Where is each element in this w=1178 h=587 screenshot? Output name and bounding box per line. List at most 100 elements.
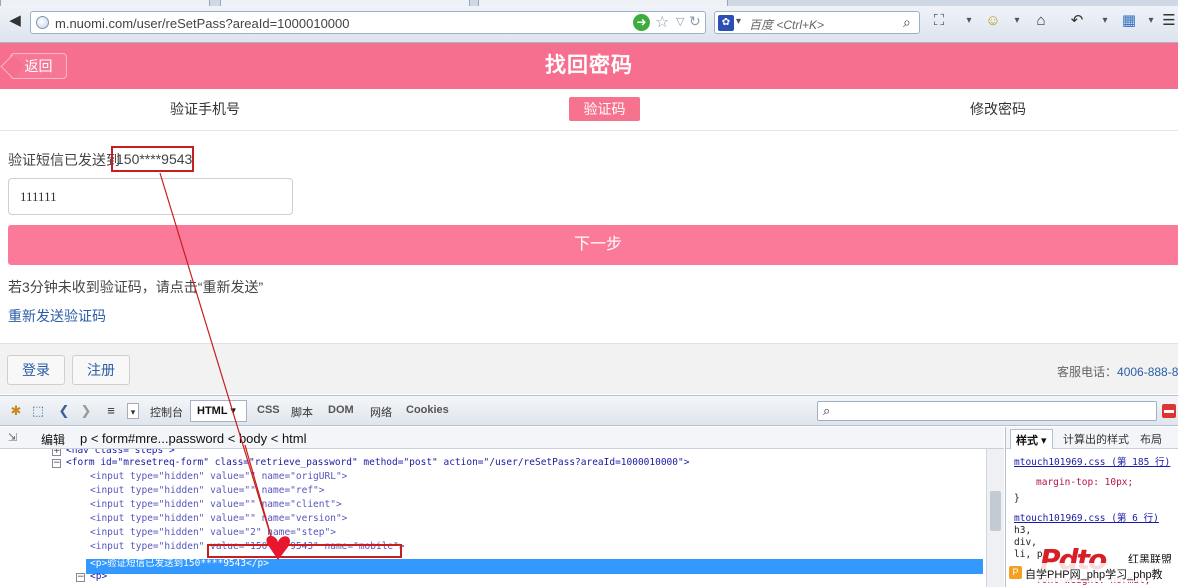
browser-tab[interactable]: [220, 0, 470, 6]
tab-console[interactable]: 控制台: [150, 404, 183, 420]
sms-sent-prefix: 验证短信已发送到: [8, 152, 120, 168]
tab-layout[interactable]: 布局: [1140, 431, 1162, 447]
code-line-input[interactable]: <input type="hidden" value="" name="vers…: [90, 512, 347, 526]
code-line-p[interactable]: <p>: [90, 570, 107, 584]
back-arrow-icon[interactable]: ◀: [6, 12, 24, 30]
collapse-icon[interactable]: −: [76, 573, 85, 582]
code-line-selected[interactable]: <p>验证短信已发送到150****9543</p>: [90, 557, 269, 571]
tab-dom[interactable]: DOM: [328, 404, 354, 416]
tab-html-label: HTML: [197, 405, 228, 417]
breadcrumb[interactable]: p < form#mre...password < body < html: [80, 431, 307, 446]
tab-script[interactable]: 脚本: [291, 404, 313, 420]
verification-code-input[interactable]: 111111: [8, 178, 293, 215]
register-button[interactable]: 注册: [72, 355, 130, 385]
sms-sent-message: 验证短信已发送到: [8, 150, 120, 170]
address-url: m.nuomi.com/user/reSetPass?areaId=100001…: [55, 16, 350, 31]
code-line-form[interactable]: <form id="mresetreq-form" class="retriev…: [66, 456, 689, 470]
menu-icon[interactable]: ☰: [1160, 12, 1178, 30]
scrollbar-thumb[interactable]: [990, 491, 1001, 531]
dropdown-arrow-icon[interactable]: ▽: [676, 15, 684, 28]
list-icon[interactable]: ≡: [103, 403, 119, 419]
go-icon[interactable]: ➜: [633, 14, 650, 31]
collapse-icon[interactable]: −: [52, 459, 61, 468]
back-button-label: 返回: [24, 58, 53, 74]
page-title: 找回密码: [545, 54, 633, 77]
browser-tab[interactable]: [478, 0, 728, 6]
tab-cookies[interactable]: Cookies: [406, 404, 449, 416]
site-icon: P: [1009, 566, 1022, 579]
grid-icon[interactable]: ▦: [1120, 12, 1138, 30]
watermark: Pdto 红黑联盟 P 自学PHP网_php学习_php教: [1007, 543, 1177, 583]
browser-tab-strip: [0, 0, 1178, 6]
back-icon[interactable]: ❮: [56, 403, 72, 419]
chevron-down-icon[interactable]: ▾: [1142, 12, 1160, 30]
service-phone: 客服电话：4006-888-88: [1057, 363, 1178, 380]
page-header: 找回密码 返回: [0, 43, 1178, 89]
chevron-down-icon[interactable]: ▾: [1096, 12, 1114, 30]
style-source-link[interactable]: mtouch101969.css (第 185 行): [1014, 454, 1170, 468]
browser-tab[interactable]: [0, 0, 210, 6]
next-step-button[interactable]: 下一步: [8, 225, 1178, 265]
resend-hint: 若3分钟未收到验证码，请点击“重新发送”: [8, 279, 264, 295]
style-property: margin-top: 10px;: [1036, 477, 1133, 488]
html-tree-scrollbar[interactable]: [986, 449, 1004, 587]
expand-icon[interactable]: ⇲: [8, 431, 17, 444]
service-prefix: 客服电话：: [1057, 365, 1118, 379]
masked-phone: 150****9543: [111, 146, 194, 172]
home-icon[interactable]: ⌂: [1032, 12, 1050, 30]
close-icon[interactable]: ▬: [1162, 404, 1176, 418]
watermark-bar: P 自学PHP网_php学习_php教: [1007, 563, 1177, 582]
search-icon[interactable]: ⌕: [903, 14, 911, 31]
code-line-input[interactable]: <input type="hidden" value="" name="orig…: [90, 470, 347, 484]
html-tree: + <nav class="steps"> − <form id="mreset…: [0, 449, 986, 587]
search-placeholder: 百度 <Ctrl+K>: [749, 18, 825, 32]
style-source-link[interactable]: mtouch101969.css (第 6 行): [1014, 510, 1159, 524]
devtools-toolbar: ✱ ⬚ ❮ ❯ ≡ ▾ 控制台 HTML ▾ CSS 脚本 DOM 网络 Coo…: [0, 396, 1178, 426]
tab-network[interactable]: 网络: [370, 404, 392, 420]
devtools-breadcrumb-bar: ⇲ 编辑 p < form#mre...password < body < ht…: [0, 427, 1004, 449]
refresh-icon[interactable]: ↻: [689, 13, 701, 30]
watermark-bar-text: 自学PHP网_php学习_php教: [1025, 569, 1163, 581]
step-verify-phone: 验证手机号: [170, 101, 240, 117]
step-change-password: 修改密码: [970, 101, 1026, 117]
firebug-icon[interactable]: ✱: [8, 403, 24, 419]
style-source-text: mtouch101969.css (第 6 行): [1014, 513, 1159, 524]
forward-icon[interactable]: ❯: [78, 403, 94, 419]
chevron-down-icon[interactable]: ▾: [1008, 12, 1026, 30]
star-icon[interactable]: ☆: [655, 12, 669, 32]
tab-style-label: 样式: [1016, 435, 1038, 447]
expand-icon[interactable]: +: [52, 449, 61, 456]
inspect-icon[interactable]: ⬚: [30, 403, 46, 419]
devtools-search-input[interactable]: ⌕: [817, 401, 1157, 421]
undo-icon[interactable]: ↶: [1068, 12, 1086, 30]
search-box[interactable]: ✿ ▾ 百度 <Ctrl+K> ⌕: [714, 11, 920, 34]
screenshot-icon[interactable]: ⛶: [930, 12, 948, 30]
address-bar[interactable]: m.nuomi.com/user/reSetPass?areaId=100001…: [30, 11, 706, 34]
style-property-text: margin-top: 10px;: [1036, 477, 1134, 488]
code-line-input[interactable]: <input type="hidden" value="" name="clie…: [90, 498, 342, 512]
tab-style[interactable]: 样式 ▾: [1010, 429, 1053, 449]
chevron-down-icon[interactable]: ▾: [960, 12, 978, 30]
browser-toolbar: ◀ m.nuomi.com/user/reSetPass?areaId=1000…: [0, 0, 1178, 43]
resend-code-link[interactable]: 重新发送验证码: [8, 306, 106, 326]
paw-icon[interactable]: ✿: [718, 15, 734, 31]
smiley-icon[interactable]: ☺: [984, 12, 1002, 30]
search-icon: ⌕: [823, 403, 831, 418]
devtools-panel: ✱ ⬚ ❮ ❯ ≡ ▾ 控制台 HTML ▾ CSS 脚本 DOM 网络 Coo…: [0, 395, 1178, 587]
style-source-text: mtouch101969.css (第 185 行): [1014, 457, 1171, 468]
chevron-down-icon[interactable]: ▾: [736, 16, 741, 27]
code-line-input[interactable]: <input type="hidden" value="" name="ref"…: [90, 484, 325, 498]
page-footer: 登录 注册 客服电话：4006-888-88: [0, 343, 1178, 394]
step-nav: 验证手机号 验证码 修改密码: [0, 89, 1178, 131]
back-button[interactable]: 返回: [10, 53, 67, 79]
tab-html[interactable]: HTML ▾: [190, 400, 247, 422]
tab-css[interactable]: CSS: [257, 404, 280, 416]
service-phone-number[interactable]: 4006-888-88: [1117, 365, 1178, 379]
globe-icon: [36, 16, 49, 29]
code-line-input[interactable]: <input type="hidden" value="2" name="ste…: [90, 526, 336, 540]
tab-computed[interactable]: 计算出的样式: [1063, 431, 1129, 447]
chevron-down-icon[interactable]: ▾: [127, 403, 139, 419]
style-brace: }: [1014, 493, 1020, 504]
edit-button[interactable]: 编辑: [41, 431, 65, 448]
login-button[interactable]: 登录: [7, 355, 65, 385]
